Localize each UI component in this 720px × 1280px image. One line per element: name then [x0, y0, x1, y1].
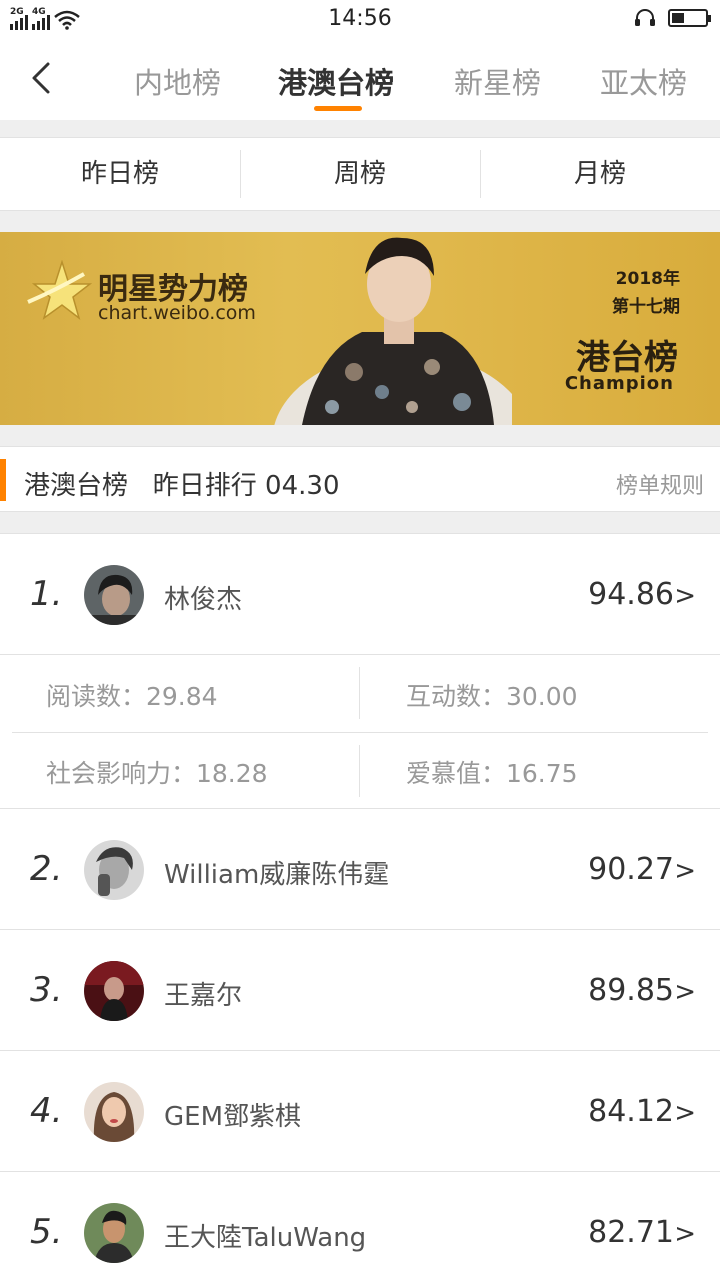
banner-year: 2018年 — [615, 269, 680, 289]
rank-number: 3. — [30, 970, 63, 1010]
reads-stat: 阅读数：29.84 — [46, 682, 218, 711]
artist-name: William威廉陈伟霆 — [164, 860, 390, 890]
artist-score: 84.12 — [588, 1094, 674, 1129]
back-arrow-icon[interactable] — [22, 58, 62, 98]
breakdown-divider — [359, 667, 360, 719]
artist-name: GEM鄧紫棋 — [164, 1102, 302, 1132]
love-value-stat: 爱慕值：16.75 — [406, 759, 578, 788]
active-tab-indicator — [314, 106, 362, 111]
artist-score: 89.85 — [588, 973, 674, 1008]
star-logo-icon — [27, 260, 92, 320]
breakdown-divider — [359, 745, 360, 797]
avatar — [84, 840, 144, 900]
artist-name: 王嘉尔 — [164, 981, 243, 1011]
tab-monthly[interactable]: 月榜 — [480, 138, 720, 210]
chevron-right-icon: > — [674, 977, 696, 1007]
ranking-row-4[interactable]: 4. GEM鄧紫棋 84.12 > — [0, 1051, 720, 1172]
ranking-section-header: 港澳台榜 昨日排行 04.30 榜单规则 — [0, 446, 720, 512]
banner-subline: Champion — [564, 373, 674, 394]
clock: 14:56 — [328, 6, 392, 31]
social-influence-stat: 社会影响力：18.28 — [46, 759, 268, 788]
ranking-row-3[interactable]: 3. 王嘉尔 89.85 > — [0, 930, 720, 1051]
ranking-list: 1. 林俊杰 94.86 > 阅读数：29.84 互动数：30.00 社会影响力… — [0, 533, 720, 1280]
ranking-row-5[interactable]: 5. 王大陸TaluWang 82.71 > — [0, 1172, 720, 1280]
champion-banner[interactable]: 明星势力榜 chart.weibo.com 2018年 第十七期 港台榜 Cha… — [0, 232, 720, 425]
artist-score: 82.71 — [588, 1215, 674, 1250]
tab-hk-macau-taiwan[interactable]: 港澳台榜 — [278, 60, 394, 102]
rank-number: 5. — [30, 1212, 63, 1252]
artist-score: 94.86 — [588, 577, 674, 612]
top-navigation: 内地榜 港澳台榜 新星榜 亚太榜 — [0, 40, 720, 120]
section-title: 港澳台榜 昨日排行 04.30 — [24, 471, 340, 501]
banner-headline: 港台榜 — [576, 338, 678, 378]
interactions-stat: 互动数：30.00 — [406, 682, 578, 711]
avatar — [84, 565, 144, 625]
status-bar: 2G 4G 14:56 — [0, 0, 720, 40]
artist-name: 林俊杰 — [164, 585, 243, 615]
avatar — [84, 1203, 144, 1263]
tab-new-stars[interactable]: 新星榜 — [454, 60, 541, 102]
chevron-right-icon: > — [674, 856, 696, 886]
rank-number: 1. — [30, 574, 63, 614]
artist-name: 王大陸TaluWang — [164, 1223, 367, 1253]
champion-photo — [274, 237, 512, 425]
banner-url: chart.weibo.com — [98, 302, 256, 324]
battery-icon — [668, 9, 711, 27]
chevron-right-icon: > — [674, 1098, 696, 1128]
rank-number: 4. — [30, 1091, 63, 1131]
ranking-row-2[interactable]: 2. William威廉陈伟霆 90.27 > — [0, 809, 720, 930]
headset-icon — [635, 9, 655, 26]
tab-asia-pacific[interactable]: 亚太榜 — [600, 60, 687, 102]
tab-yesterday[interactable]: 昨日榜 — [0, 138, 240, 210]
tab-weekly[interactable]: 周榜 — [240, 138, 480, 210]
avatar — [84, 961, 144, 1021]
section-accent-bar — [0, 459, 6, 501]
rules-link[interactable]: 榜单规则 — [616, 468, 704, 500]
period-tabs: 昨日榜 周榜 月榜 — [0, 137, 720, 211]
avatar — [84, 1082, 144, 1142]
ranking-row-1[interactable]: 1. 林俊杰 94.86 > — [0, 534, 720, 655]
chevron-right-icon: > — [674, 1219, 696, 1249]
score-breakdown: 阅读数：29.84 互动数：30.00 社会影响力：18.28 爱慕值：16.7… — [0, 655, 720, 809]
rank-number: 2. — [30, 849, 63, 889]
banner-issue: 第十七期 — [612, 297, 680, 317]
tab-mainland[interactable]: 内地榜 — [134, 60, 221, 102]
chevron-right-icon: > — [674, 581, 696, 611]
artist-score: 90.27 — [588, 852, 674, 887]
breakdown-divider — [12, 732, 708, 733]
